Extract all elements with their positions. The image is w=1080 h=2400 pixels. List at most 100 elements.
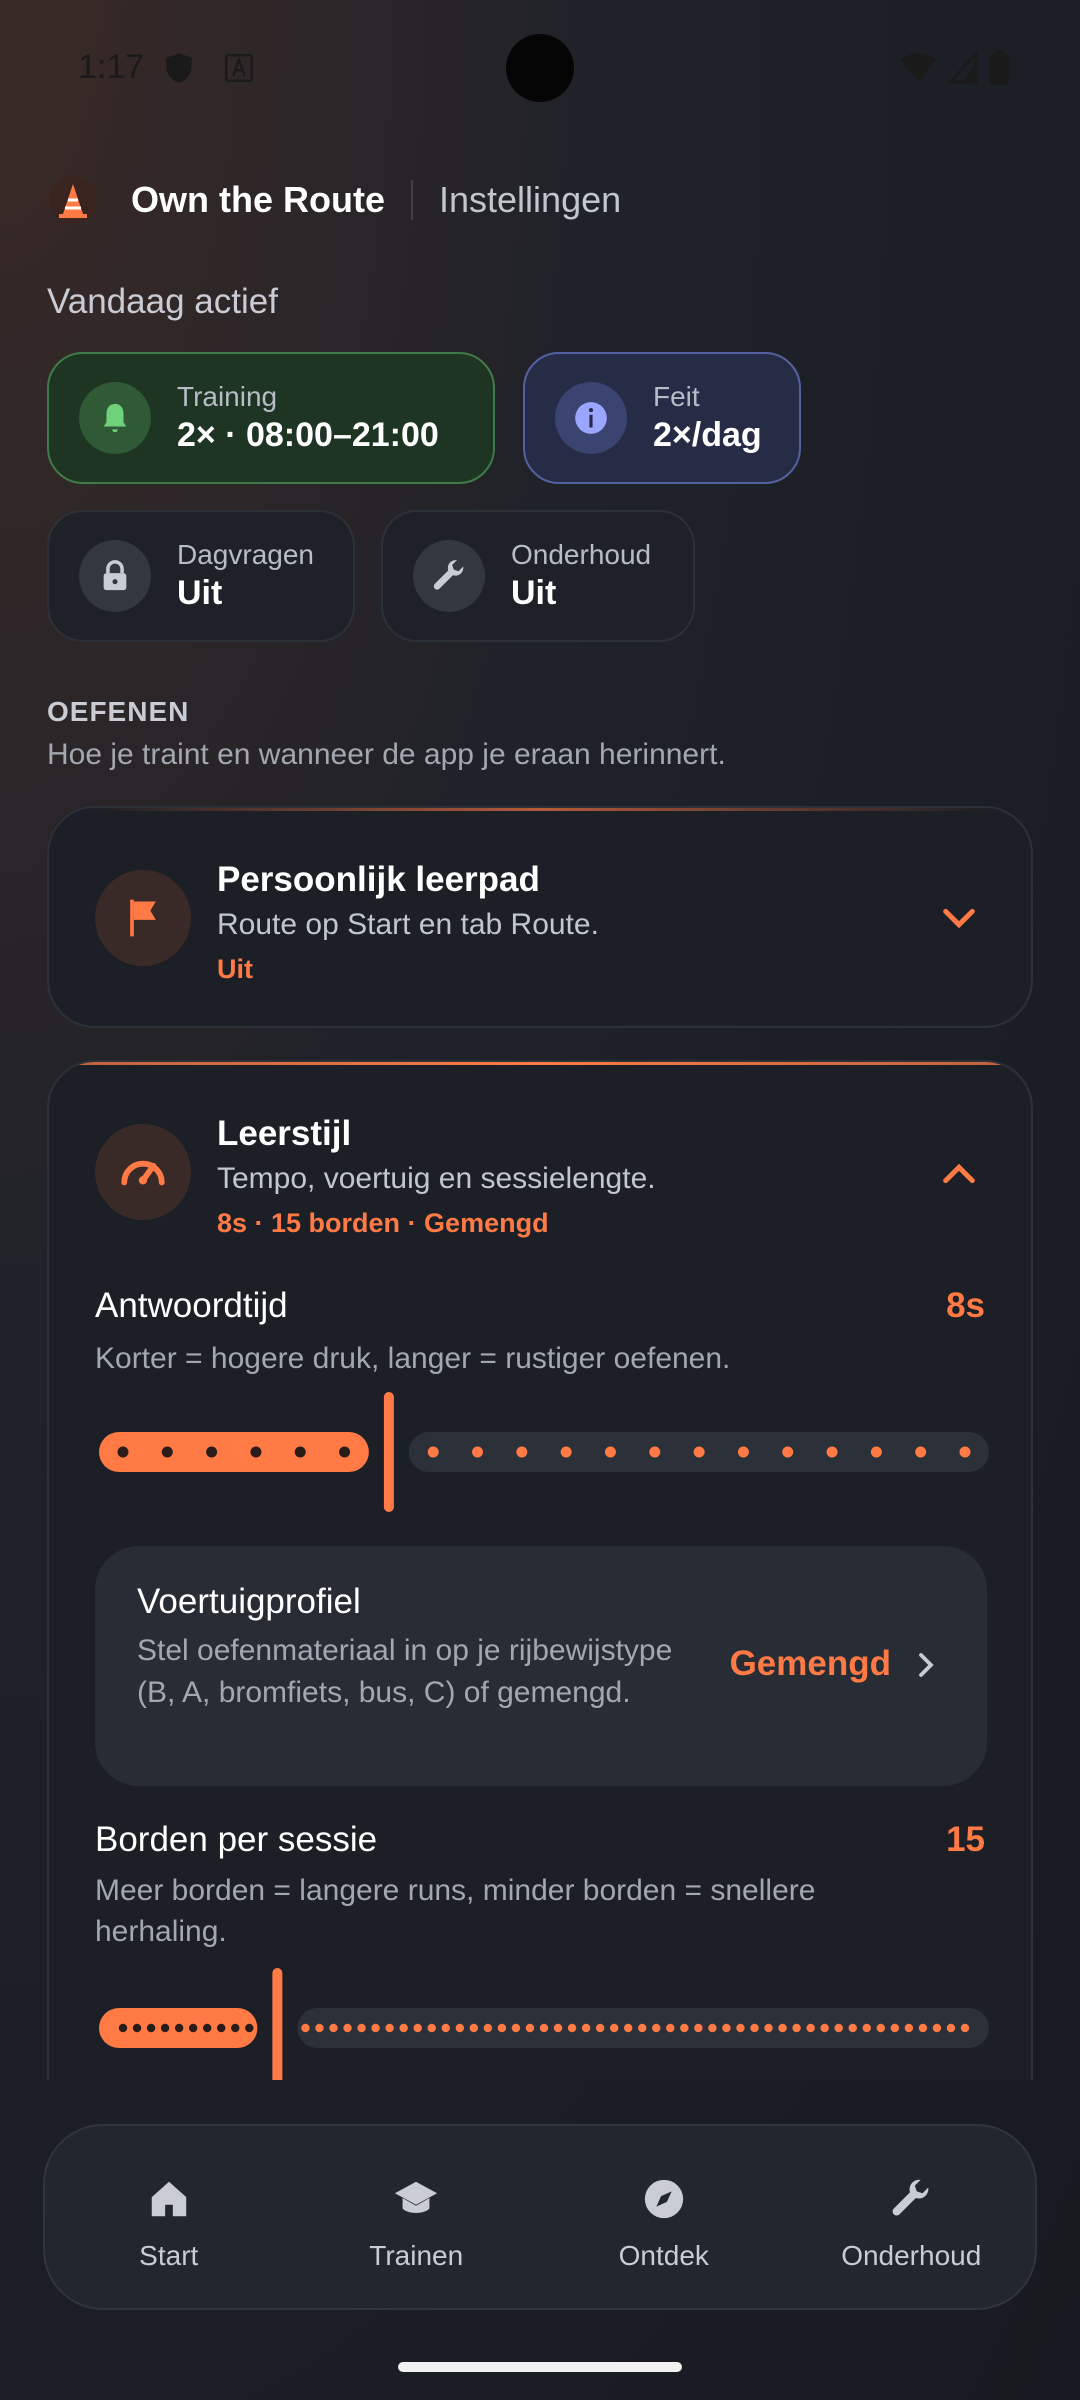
slider-step-dot (206, 1446, 218, 1458)
slider-step-dot (820, 2023, 829, 2033)
chip-label: Dagvragen (177, 539, 314, 570)
flag-icon (95, 870, 191, 966)
slider-step-dot (792, 2023, 801, 2033)
slider-step-dot (960, 2023, 970, 2033)
header-divider (411, 180, 413, 220)
slider-step-dot (413, 2023, 422, 2033)
settings-link[interactable]: Instellingen (439, 179, 621, 221)
chevron-down-icon[interactable] (939, 898, 979, 938)
chip-value: Uit (177, 574, 223, 612)
slider-step-dot (188, 2023, 198, 2033)
signs-per-session-title: Borden per sessie (95, 1820, 378, 1859)
slider-step-dot (455, 2023, 464, 2033)
today-active-heading: Vandaag actief (47, 282, 278, 321)
chip-label: Feit (653, 381, 700, 412)
slider-step-dot (826, 1446, 838, 1458)
slider-step-dot (294, 1446, 306, 1458)
slider-step-dot (737, 1446, 749, 1458)
slider-step-dot (132, 2023, 142, 2033)
slider-step-dot (750, 2023, 759, 2033)
traffic-cone-logo-icon (49, 176, 97, 224)
slider-step-dot (250, 1446, 262, 1458)
slider-step-dot (708, 2023, 717, 2033)
card-status: 8s · 15 borden · Gemengd (217, 1208, 549, 1238)
signs-per-session-value: 15 (946, 1820, 985, 1859)
slider-step-dot (581, 2023, 591, 2033)
learning-style-card: Leerstijl Tempo, voertuig en sessielengt… (47, 1060, 1033, 2080)
lock-icon (79, 540, 151, 612)
slider-step-dot (652, 2023, 661, 2033)
slider-step-dot (497, 2023, 507, 2033)
slider-step-dot (904, 2023, 914, 2033)
training-chip[interactable]: Training 2× · 08:00–21:00 (47, 352, 495, 484)
slider-step-dot (694, 2023, 703, 2033)
slider-step-dot (870, 1446, 882, 1458)
gesture-home-bar[interactable] (398, 2362, 682, 2372)
nav-item-onderhoud[interactable]: Onderhoud (788, 2126, 1036, 2308)
signs-per-session-slider[interactable] (99, 1968, 989, 2080)
slider-step-dot (371, 2023, 380, 2033)
card-title: Persoonlijk leerpad (217, 860, 540, 899)
slider-step-dot (539, 2023, 549, 2033)
slider-step-dot (666, 2023, 675, 2033)
daily-questions-chip[interactable]: Dagvragen Uit (47, 510, 355, 642)
compass-icon (644, 2179, 683, 2219)
slider-step-dot (915, 1446, 927, 1458)
maintenance-chip[interactable]: Onderhoud Uit (381, 510, 695, 642)
speedometer-icon (95, 1124, 191, 1220)
shield-icon (166, 53, 192, 83)
nav-label: Start (139, 2240, 199, 2271)
slider-step-dot (595, 2023, 605, 2033)
answer-time-slider[interactable] (99, 1392, 989, 1512)
vehicle-profile-description: Stel oefenmateriaal in op je rijbewijsty… (137, 1634, 673, 1709)
slider-step-dot (174, 2023, 184, 2033)
slider-thumb (272, 1968, 283, 2080)
slider-step-dot (959, 1446, 971, 1458)
slider-step-dot (918, 2023, 928, 2033)
nav-label: Trainen (369, 2240, 464, 2271)
signal-icon (948, 52, 978, 84)
nav-item-start[interactable]: Start (45, 2126, 293, 2308)
slider-step-dot (553, 2023, 563, 2033)
slider-step-dot (525, 2023, 535, 2033)
chevron-right-icon (919, 1653, 934, 1677)
card-subtitle: Route op Start en tab Route. (217, 908, 599, 941)
chevron-up-icon[interactable] (939, 1154, 979, 1194)
slider-step-dot (511, 2023, 521, 2033)
learning-path-card[interactable]: Persoonlijk leerpad Route op Start en ta… (47, 806, 1033, 1028)
slider-step-dot (680, 2023, 689, 2033)
bottom-navigation: Start Trainen Ontdek Onderhoud (43, 2124, 1037, 2310)
slider-step-dot (806, 2023, 815, 2033)
info-icon (555, 382, 627, 454)
card-status: Uit (217, 954, 253, 984)
slider-step-dot (118, 2023, 128, 2033)
slider-step-dot (399, 2023, 408, 2033)
fact-chip[interactable]: Feit 2×/dag (523, 352, 801, 484)
slider-step-dot (764, 2023, 773, 2033)
slider-step-dot (604, 1446, 616, 1458)
nav-item-trainen[interactable]: Trainen (293, 2126, 541, 2308)
nav-item-ontdek[interactable]: Ontdek (540, 2126, 788, 2308)
nav-label: Onderhoud (841, 2240, 982, 2271)
answer-time-description: Korter = hogere druk, langer = rustiger … (95, 1342, 731, 1375)
vehicle-profile-row[interactable]: Voertuigprofiel Stel oefenmateriaal in o… (95, 1546, 987, 1786)
app-header: Own the Route Instellingen (47, 170, 621, 230)
card-subtitle: Tempo, voertuig en sessielengte. (217, 1162, 656, 1195)
slider-step-dot (624, 2023, 633, 2033)
status-bar: 1:17 (0, 0, 1080, 140)
nav-label: Ontdek (618, 2240, 709, 2271)
slider-step-dot (778, 2023, 787, 2033)
slider-step-dot (782, 1446, 794, 1458)
font-a-icon (225, 54, 253, 82)
slider-step-dot (343, 2023, 352, 2033)
slider-step-dot (329, 2023, 338, 2033)
slider-step-dot (427, 1446, 439, 1458)
slider-step-dot (469, 2023, 479, 2033)
answer-time-value: 8s (946, 1286, 985, 1325)
slider-step-dot (472, 1446, 484, 1458)
slider-step-dot (483, 2023, 493, 2033)
slider-step-dot (848, 2023, 857, 2033)
slider-step-dot (203, 2023, 212, 2033)
app-title: Own the Route (131, 179, 385, 220)
battery-icon (989, 50, 1009, 85)
